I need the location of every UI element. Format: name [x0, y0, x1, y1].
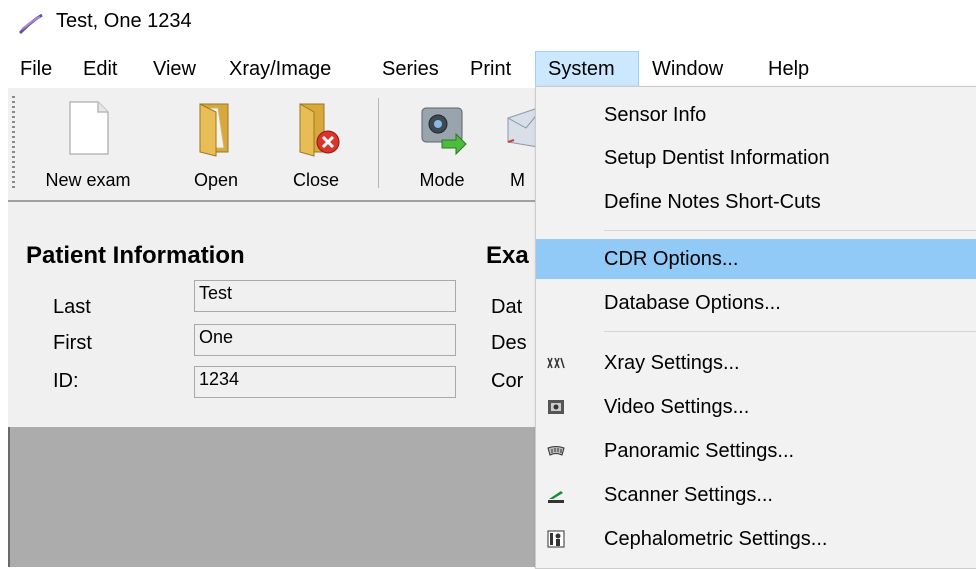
new-document-icon	[69, 101, 109, 155]
menu-help[interactable]: Help	[756, 51, 821, 87]
patient-id-field[interactable]: 1234	[194, 366, 456, 398]
menu-item-video-settings[interactable]: Video Settings...	[536, 387, 976, 427]
menu-separator	[604, 331, 976, 332]
toolbar-separator	[378, 98, 379, 188]
exam-heading: Exa	[486, 242, 529, 269]
menu-item-cephalometric-settings[interactable]: Cephalometric Settings...	[536, 519, 976, 559]
panoramic-settings-icon	[547, 446, 565, 456]
menu-file[interactable]: File	[8, 51, 64, 87]
menu-item-database-options[interactable]: Database Options...	[536, 283, 976, 323]
menu-item-panoramic-settings[interactable]: Panoramic Settings...	[536, 431, 976, 471]
mode-label: Mode	[419, 170, 465, 190]
menu-item-notes-shortcuts[interactable]: Define Notes Short-Cuts	[536, 182, 976, 222]
open-button[interactable]: Open	[176, 88, 256, 200]
system-menu-dropdown: Sensor Info Setup Dentist Information De…	[535, 86, 976, 569]
image-workspace	[8, 427, 550, 567]
app-logo-icon	[18, 13, 43, 35]
menu-xray-image[interactable]: Xray/Image	[217, 51, 343, 87]
last-name-label: Last	[53, 296, 91, 318]
new-exam-button[interactable]: New exam	[38, 88, 138, 200]
exam-description-label: Des	[491, 332, 527, 354]
close-label: Close	[292, 170, 340, 190]
new-exam-label: New exam	[45, 170, 131, 190]
patient-id-label: ID:	[53, 370, 79, 392]
scanner-settings-icon	[548, 491, 564, 503]
menu-separator	[604, 230, 976, 231]
menu-edit[interactable]: Edit	[71, 51, 129, 87]
menu-item-setup-dentist[interactable]: Setup Dentist Information	[536, 138, 976, 178]
menu-item-sensor-info[interactable]: Sensor Info	[536, 95, 976, 135]
patient-info-heading: Patient Information	[26, 242, 245, 269]
menu-item-xray-settings[interactable]: Xray Settings...	[536, 343, 976, 383]
title-bar: Test, One 1234	[0, 0, 976, 44]
menu-system[interactable]: System	[535, 51, 639, 87]
close-folder-icon	[299, 103, 340, 157]
window-title: Test, One 1234	[56, 10, 192, 32]
menu-item-scanner-settings[interactable]: Scanner Settings...	[536, 475, 976, 515]
open-label: Open	[193, 170, 239, 190]
first-name-field[interactable]: One	[194, 324, 456, 356]
exam-comment-label: Cor	[491, 370, 524, 392]
toolbar-grip[interactable]	[12, 96, 15, 188]
menu-view[interactable]: View	[141, 51, 208, 87]
menu-series[interactable]: Series	[370, 51, 451, 87]
menu-item-cdr-options[interactable]: CDR Options...	[536, 239, 976, 279]
close-button[interactable]: Close	[276, 88, 356, 200]
menu-bar: File Edit View Xray/Image Series Print S…	[0, 51, 976, 87]
first-name-label: First	[53, 332, 92, 354]
toolbar: New exam Open Close Mode M	[8, 88, 548, 202]
mode-button[interactable]: Mode	[400, 88, 484, 200]
xray-settings-icon	[547, 357, 565, 369]
cephalometric-settings-icon	[547, 530, 565, 548]
video-settings-icon	[548, 400, 564, 414]
patient-panel: Patient Information Exa Last Test First …	[8, 202, 548, 427]
last-name-field[interactable]: Test	[194, 280, 456, 312]
menu-window[interactable]: Window	[640, 51, 735, 87]
open-folder-icon	[199, 103, 229, 157]
camera-mode-icon	[421, 107, 467, 156]
exam-date-label: Dat	[491, 296, 523, 318]
menu-print[interactable]: Print	[458, 51, 523, 87]
